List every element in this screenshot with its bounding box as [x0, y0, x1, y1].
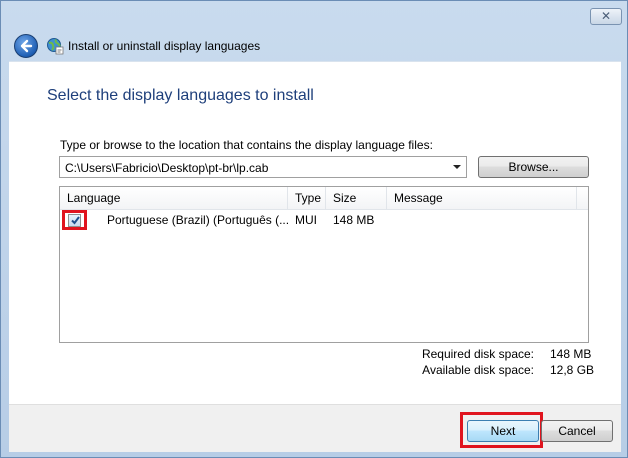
globe-language-icon	[47, 38, 64, 55]
back-arrow-icon	[20, 39, 33, 53]
button-bar: Next Cancel	[9, 404, 621, 452]
window-frame: ✕ Install or uninstall display languages…	[0, 0, 628, 458]
close-icon: ✕	[600, 9, 612, 23]
list-header: Language Type Size Message	[60, 187, 588, 210]
page-heading: Select the display languages to install	[47, 87, 314, 104]
checkbox-highlight	[62, 210, 87, 230]
path-input[interactable]: C:\Users\Fabricio\Desktop\pt-br\lp.cab	[65, 161, 268, 175]
language-list: Language Type Size Message Portuguese (B…	[59, 186, 589, 343]
available-disk-label: Available disk space:	[422, 363, 534, 377]
required-disk-label: Required disk space:	[421, 347, 534, 361]
language-size: 148 MB	[333, 213, 375, 227]
nav-bar: Install or uninstall display languages	[9, 31, 621, 61]
next-button[interactable]: Next	[467, 420, 539, 442]
language-type: MUI	[295, 213, 317, 227]
content-panel: Select the display languages to install …	[9, 61, 621, 405]
back-button[interactable]	[14, 34, 38, 58]
location-prompt: Type or browse to the location that cont…	[60, 138, 433, 152]
language-name: Portuguese (Brazil) (Português (...	[107, 213, 290, 227]
disk-labels: Required disk space: Available disk spac…	[389, 346, 534, 378]
available-disk-value: 12,8 GB	[550, 363, 595, 377]
browse-button[interactable]: Browse...	[478, 156, 589, 178]
column-header-type[interactable]: Type	[288, 187, 326, 209]
cancel-button[interactable]: Cancel	[541, 420, 613, 442]
column-header-message[interactable]: Message	[387, 187, 577, 209]
close-button[interactable]: ✕	[590, 8, 622, 25]
column-header-size[interactable]: Size	[326, 187, 387, 209]
column-header-language[interactable]: Language	[60, 187, 288, 209]
path-combobox[interactable]: C:\Users\Fabricio\Desktop\pt-br\lp.cab	[59, 156, 467, 178]
required-disk-value: 148 MB	[550, 347, 592, 361]
chevron-down-icon[interactable]	[452, 162, 462, 172]
disk-values: 148 MB 12,8 GB	[550, 346, 610, 378]
window-title: Install or uninstall display languages	[68, 39, 261, 53]
table-row[interactable]: Portuguese (Brazil) (Português (... MUI …	[60, 210, 588, 230]
